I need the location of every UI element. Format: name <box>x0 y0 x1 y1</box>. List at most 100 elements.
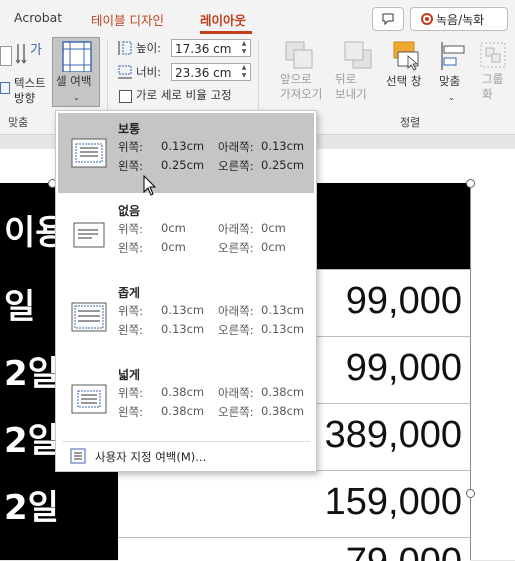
top-margin-value: 0.38cm <box>161 385 205 399</box>
option-name: 넓게 <box>118 368 141 382</box>
bottom-margin-value: 0.38cm <box>261 385 305 399</box>
table-row-label[interactable]: 2일 <box>0 470 118 537</box>
right-margin-label: 오른쪽: <box>218 405 254 419</box>
bottom-margin-value: 0cm <box>261 221 286 235</box>
right-margin-value: 0.38cm <box>261 404 305 418</box>
group-label-arrange: 정렬 <box>400 116 421 129</box>
row-label-text: 2일 <box>4 488 59 528</box>
menu-separator <box>62 441 310 442</box>
selection-pane-label: 선택 창 <box>386 74 422 88</box>
cell-margin-label: 셀 여백 <box>56 74 92 88</box>
left-margin-value: 0.25cm <box>161 158 205 172</box>
selection-border <box>470 183 471 560</box>
comments-button[interactable] <box>372 7 404 31</box>
active-tab-indicator <box>200 31 252 34</box>
lock-aspect-checkbox[interactable] <box>119 90 132 103</box>
top-margin-value: 0.13cm <box>161 139 205 153</box>
bottom-margin-label: 아래쪽: <box>218 140 254 154</box>
top-margin-value: 0.13cm <box>161 303 205 317</box>
group-button[interactable]: 그룹 화 <box>476 38 512 104</box>
height-label: 높이: <box>136 41 162 55</box>
lock-aspect-label: 가로 세로 비율 고정 <box>136 88 232 102</box>
tab-table-design[interactable]: 테이블 디자인 <box>91 10 164 29</box>
record-button-label: 녹음/녹화 <box>436 13 485 27</box>
partial-left-button[interactable] <box>0 46 12 66</box>
record-button[interactable]: 녹음/녹화 <box>410 7 508 31</box>
ribbon-tab-bar: Acrobat 테이블 디자인 레이아웃 녹음/녹화 <box>0 0 515 36</box>
group-label: 그룹 화 <box>482 72 504 101</box>
bottom-margin-label: 아래쪽: <box>218 222 254 236</box>
bottom-margin-label: 아래쪽: <box>218 386 254 400</box>
left-margin-label: 왼쪽: <box>118 405 144 419</box>
bring-forward-button[interactable]: 앞으로 가져오기 <box>278 38 324 104</box>
tab-layout[interactable]: 레이아웃 <box>200 10 246 29</box>
width-value: 23.36 cm <box>175 66 232 80</box>
cell-margins-dropdown: 보통 위쪽: 0.13cm 아래쪽: 0.13cm 왼쪽: 0.25cm 오른쪽… <box>55 110 317 472</box>
right-margin-value: 0.25cm <box>261 158 305 172</box>
left-margin-label: 왼쪽: <box>118 323 144 337</box>
bottom-margin-value: 0.13cm <box>261 139 305 153</box>
top-margin-label: 위쪽: <box>118 304 144 318</box>
selection-pane-button[interactable]: 선택 창 <box>386 38 430 104</box>
table-row-label[interactable] <box>0 537 118 560</box>
height-spinner[interactable]: ▲ ▼ <box>240 40 248 56</box>
text-direction-button[interactable]: 가 텍스트 방향 <box>14 38 50 105</box>
text-direction-icon: 가 <box>15 43 42 64</box>
width-label: 너비: <box>136 65 162 79</box>
width-input[interactable]: 23.36 cm ▲ ▼ <box>171 63 251 81</box>
margin-option-normal[interactable]: 보통 위쪽: 0.13cm 아래쪽: 0.13cm 왼쪽: 0.25cm 오른쪽… <box>58 113 314 193</box>
svg-text:가: 가 <box>30 43 42 58</box>
send-backward-button[interactable]: 뒤로 보내기 <box>335 38 381 104</box>
width-icon <box>118 65 132 79</box>
resize-handle[interactable] <box>466 489 475 498</box>
mouse-cursor-icon <box>143 175 157 196</box>
resize-handle[interactable] <box>466 179 475 188</box>
right-margin-label: 오른쪽: <box>218 159 254 173</box>
bottom-margin-value: 0.13cm <box>261 303 305 317</box>
bring-forward-icon <box>285 41 313 69</box>
tab-acrobat[interactable]: Acrobat <box>14 10 62 25</box>
partial-left-icon <box>0 82 10 94</box>
row-label-text: 2일 <box>4 354 59 394</box>
bring-forward-label: 앞으로 가져오기 <box>280 72 323 101</box>
margin-option-none[interactable]: 없음 위쪽: 0cm 아래쪽: 0cm 왼쪽: 0cm 오른쪽: 0cm <box>58 195 314 275</box>
selection-pane-icon <box>393 41 419 71</box>
margin-option-wide[interactable]: 넓게 위쪽: 0.38cm 아래쪽: 0.38cm 왼쪽: 0.38cm 오른쪽… <box>58 359 314 439</box>
height-input[interactable]: 17.36 cm ▲ ▼ <box>171 39 251 57</box>
row-label-text: 2일 <box>4 421 59 461</box>
top-margin-label: 위쪽: <box>118 386 144 400</box>
chevron-down-icon: ⌄ <box>73 93 80 102</box>
table-value-cell[interactable]: 159,000 <box>118 470 470 538</box>
group-icon <box>480 42 506 68</box>
width-spinner[interactable]: ▲ ▼ <box>240 64 248 80</box>
right-margin-label: 오른쪽: <box>218 323 254 337</box>
right-margin-value: 0.13cm <box>261 322 305 336</box>
cell-margin-button[interactable]: 셀 여백 ⌄ <box>52 37 100 107</box>
margin-none-icon <box>73 222 105 248</box>
align-button[interactable]: 맞춤 ⌄ <box>436 38 470 104</box>
top-margin-value: 0cm <box>161 221 186 235</box>
margin-option-narrow[interactable]: 좁게 위쪽: 0.13cm 아래쪽: 0.13cm 왼쪽: 0.13cm 오른쪽… <box>58 277 314 357</box>
align-label: 맞춤 <box>439 74 461 88</box>
margin-normal-icon <box>71 138 107 168</box>
record-icon <box>421 13 433 25</box>
option-name: 좁게 <box>118 286 141 300</box>
left-margin-value: 0.38cm <box>161 404 205 418</box>
option-name: 없음 <box>118 204 141 218</box>
left-margin-value: 0cm <box>161 240 186 254</box>
value-text: 159,000 <box>324 481 462 523</box>
align-icon <box>441 42 465 70</box>
send-backward-icon <box>344 41 372 69</box>
right-margin-label: 오른쪽: <box>218 241 254 255</box>
height-icon <box>118 41 132 55</box>
custom-margins-item[interactable]: 사용자 지정 여백(M)... <box>58 443 314 469</box>
margin-narrow-icon <box>71 302 107 332</box>
chevron-down-icon: ⌄ <box>448 93 455 102</box>
option-name: 보통 <box>118 122 141 136</box>
table-value-cell[interactable]: 79,000 <box>118 537 470 561</box>
value-text: 389,000 <box>324 414 462 456</box>
left-margin-value: 0.13cm <box>161 322 205 336</box>
right-margin-value: 0cm <box>261 240 286 254</box>
value-text: 79,000 <box>346 541 462 561</box>
text-direction-label: 텍스트 방향 <box>14 76 46 105</box>
